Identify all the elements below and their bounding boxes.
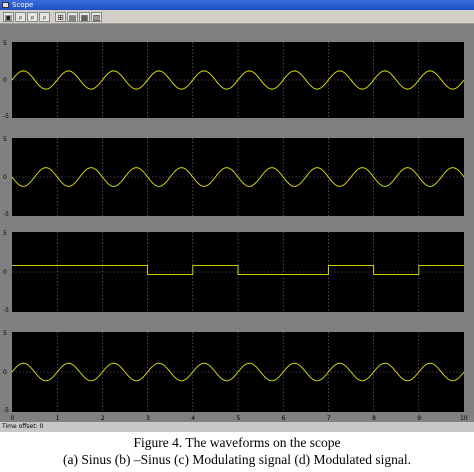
scope-window: Scope ▣ ⌕ ⌕ ⌕ ⊞ ▤ ▦ ▧ 5 0 -5 5 0 -5 5 0 -5 5 0 -5 0 1 2 3 4 5 6 7 8… [0, 0, 474, 432]
y-tick-label: 0 [3, 77, 7, 84]
scope-panel-b: 5 0 -5 [3, 136, 465, 218]
y-tick-label: -5 [3, 407, 9, 414]
scope-axes: 50-550-550-550-50 1 2 3 4 5 6 7 8 9 10 [3, 40, 468, 422]
caption-subtitle: (a) Sinus (b) –Sinus (c) Modulating sign… [63, 452, 411, 467]
y-tick-label: 5 [3, 330, 7, 337]
toolbar: ▣ ⌕ ⌕ ⌕ ⊞ ▤ ▦ ▧ [0, 10, 474, 24]
caption-title: Figure 4. The waveforms on the scope [133, 435, 341, 450]
y-tick-label: 5 [3, 230, 7, 237]
y-tick-label: 0 [3, 369, 7, 376]
scope-panel-c: 5 0 -5 [3, 230, 464, 314]
x-tick-label: 3 [146, 415, 150, 422]
x-tick-label: 2 [101, 415, 105, 422]
x-tick-label: 7 [327, 415, 331, 422]
x-tick-label: 8 [372, 415, 376, 422]
y-tick-label: 0 [3, 174, 7, 181]
y-tick-label: -5 [3, 307, 9, 314]
y-tick-label: -5 [3, 211, 9, 218]
x-tick-label: 9 [417, 415, 421, 422]
parameters-icon[interactable]: ▦ [79, 12, 90, 22]
scope-app-icon [2, 2, 9, 8]
print-icon[interactable]: ▣ [3, 12, 14, 22]
zoom-x-icon[interactable]: ⌕ [27, 12, 38, 22]
floating-scope-icon[interactable]: ▧ [91, 12, 102, 22]
x-tick-label: 1 [56, 415, 60, 422]
x-tick-label: 5 [237, 415, 241, 422]
zoom-y-icon[interactable]: ⌕ [39, 12, 50, 22]
time-offset-text: Time offset: 0 [2, 423, 44, 430]
x-tick-label: 10 [460, 415, 468, 422]
window-title: Scope [12, 1, 34, 9]
autoscale-icon[interactable]: ⊞ [55, 12, 66, 22]
title-bar[interactable]: Scope [0, 0, 474, 10]
status-bar: Time offset: 0 [0, 422, 474, 432]
x-tick-label: 0 [11, 415, 15, 422]
zoom-in-icon[interactable]: ⌕ [15, 12, 26, 22]
x-tick-label: 6 [282, 415, 286, 422]
scope-panel-a: 5 0 -5 [3, 40, 465, 120]
figure-caption: Figure 4. The waveforms on the scope (a)… [0, 434, 474, 468]
y-tick-label: 5 [3, 40, 7, 47]
scope-panel-d: 50-50 1 2 3 4 5 6 7 8 9 10 [3, 330, 468, 422]
y-tick-label: 5 [3, 136, 7, 143]
y-tick-label: -5 [3, 113, 9, 120]
x-tick-label: 4 [191, 415, 195, 422]
save-axes-icon[interactable]: ▤ [67, 12, 78, 22]
y-tick-label: 0 [3, 269, 7, 276]
